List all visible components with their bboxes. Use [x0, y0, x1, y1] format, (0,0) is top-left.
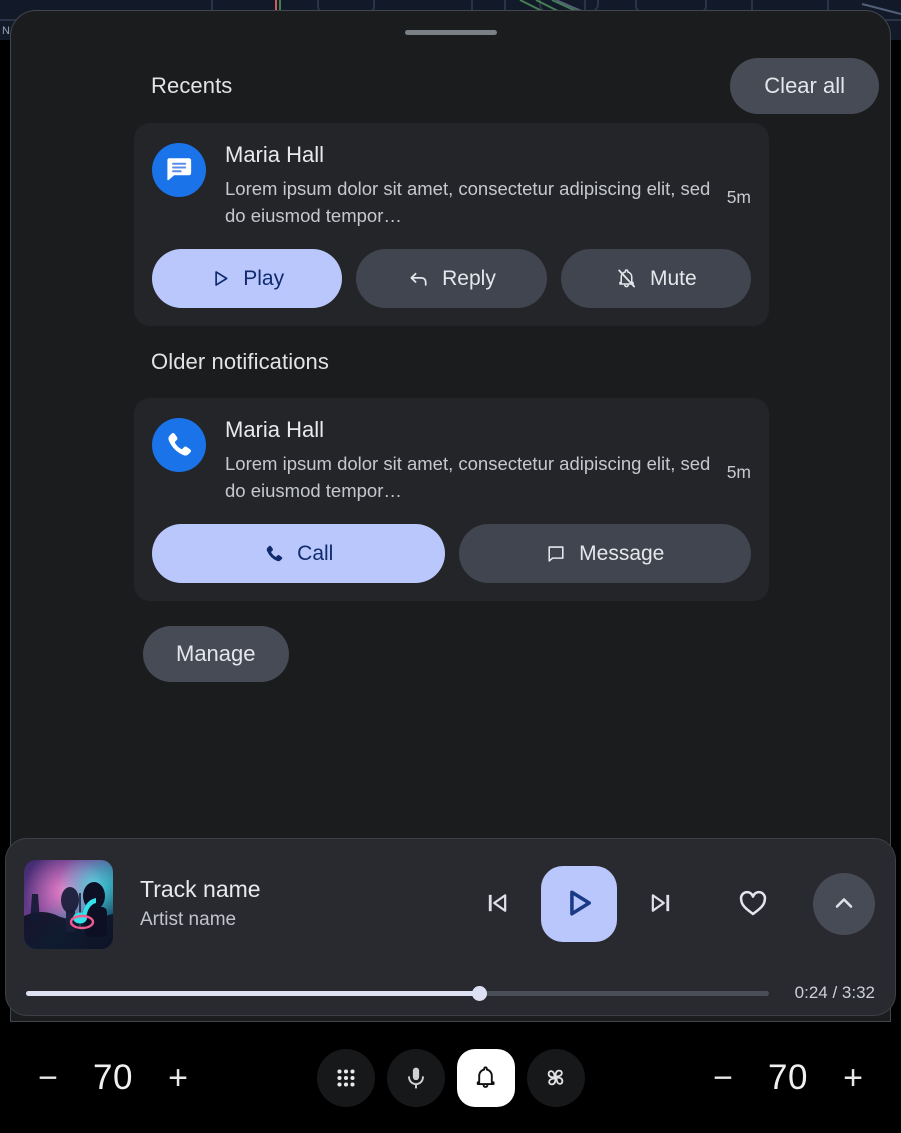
- manage-button[interactable]: Manage: [143, 626, 289, 682]
- media-progress-row: 0:24 / 3:32: [6, 969, 895, 1015]
- notification-list[interactable]: Recents Clear all Maria Hall Lorem ipsum…: [11, 49, 890, 829]
- phone-icon: [152, 418, 206, 472]
- older-notifications-section-header: Older notifications: [11, 326, 890, 398]
- media-player-top-row: Track name Artist name: [6, 839, 895, 969]
- expand-player-button[interactable]: [813, 873, 875, 935]
- media-progress-thumb[interactable]: [472, 986, 488, 1001]
- passenger-temp-decrease-button[interactable]: −: [697, 1048, 749, 1108]
- call-action-button[interactable]: Call: [152, 524, 445, 583]
- driver-temp-decrease-button[interactable]: −: [22, 1048, 74, 1108]
- media-player-card: Track name Artist name 0:24 / 3:32: [5, 838, 896, 1016]
- favorite-button[interactable]: [717, 868, 789, 940]
- media-time-label: 0:24 / 3:32: [794, 983, 875, 1002]
- notification-card[interactable]: Maria Hall Lorem ipsum dolor sit amet, c…: [134, 398, 769, 601]
- mute-action-button[interactable]: Mute: [560, 249, 751, 308]
- media-progress-fill: [26, 990, 480, 996]
- notification-header: Maria Hall Lorem ipsum dolor sit amet, c…: [152, 416, 751, 504]
- automotive-screen: N Recents Clear all Maria Hall Lorem ips…: [0, 0, 901, 1133]
- reply-icon: [407, 267, 430, 290]
- notification-content: Maria Hall Lorem ipsum dolor sit amet, c…: [206, 141, 715, 229]
- passenger-temp-value[interactable]: 70: [749, 1058, 827, 1098]
- play-pause-button[interactable]: [541, 866, 617, 942]
- apps-button[interactable]: [316, 1048, 375, 1107]
- message-action-button[interactable]: Message: [458, 524, 751, 583]
- notification-actions: Call Message: [152, 524, 751, 583]
- phone-icon: [263, 543, 285, 565]
- recents-section-header: Recents Clear all: [11, 49, 890, 123]
- notification-actions: Play Reply Mute: [152, 249, 751, 308]
- notification-body: Lorem ipsum dolor sit amet, consectetur …: [225, 453, 711, 501]
- notification-body: Lorem ipsum dolor sit amet, consectetur …: [225, 178, 711, 226]
- notification-sender: Maria Hall: [225, 417, 325, 442]
- notification-card[interactable]: Maria Hall Lorem ipsum dolor sit amet, c…: [134, 123, 769, 326]
- media-transport-controls: [393, 866, 895, 942]
- notifications-button[interactable]: [456, 1048, 515, 1107]
- driver-temp-value[interactable]: 70: [74, 1058, 152, 1098]
- panel-drag-handle[interactable]: [404, 30, 497, 35]
- notification-timestamp: 5m: [726, 462, 751, 482]
- section-title-recents: Recents: [151, 73, 233, 98]
- notification-content: Maria Hall Lorem ipsum dolor sit amet, c…: [206, 416, 715, 504]
- climate-button[interactable]: [526, 1048, 585, 1107]
- passenger-temp-increase-button[interactable]: +: [827, 1048, 879, 1108]
- message-action-label: Message: [579, 541, 665, 565]
- play-action-label: Play: [243, 266, 285, 290]
- reply-action-label: Reply: [442, 266, 496, 290]
- chat-bubble-icon: [545, 543, 567, 565]
- mute-action-label: Mute: [649, 266, 697, 290]
- notification-sender: Maria Hall: [225, 142, 325, 167]
- chevron-up-icon: [830, 889, 858, 920]
- reply-action-button[interactable]: Reply: [356, 249, 547, 308]
- bell-icon: [472, 1064, 499, 1091]
- play-icon: [562, 886, 596, 923]
- bell-slash-icon: [615, 267, 638, 290]
- media-progress-slider[interactable]: [26, 986, 769, 1001]
- driver-temp-increase-button[interactable]: +: [152, 1048, 204, 1108]
- track-name: Track name: [140, 876, 261, 902]
- section-title-older: Older notifications: [151, 349, 329, 374]
- artist-name: Artist name: [140, 909, 237, 930]
- album-art-thumbnail[interactable]: [24, 859, 113, 949]
- system-bar: − 70 + − 70 +: [0, 1022, 901, 1133]
- fan-icon: [542, 1064, 569, 1091]
- system-nav-group: [316, 1048, 585, 1107]
- skip-previous-icon: [483, 889, 511, 920]
- skip-previous-button[interactable]: [465, 872, 529, 936]
- call-action-label: Call: [297, 541, 334, 565]
- climate-control-right: − 70 +: [697, 1048, 901, 1108]
- notification-timestamp: 5m: [726, 187, 751, 207]
- skip-next-button[interactable]: [629, 872, 693, 936]
- clear-all-button[interactable]: Clear all: [730, 58, 879, 114]
- heart-outline-icon: [737, 887, 769, 922]
- svg-text:N: N: [2, 25, 10, 37]
- messages-icon: [152, 143, 206, 197]
- assistant-button[interactable]: [386, 1048, 445, 1107]
- grid-dots-icon: [333, 1065, 359, 1091]
- play-action-button[interactable]: Play: [152, 249, 343, 308]
- track-metadata: Track name Artist name: [113, 874, 393, 934]
- play-icon: [210, 268, 231, 289]
- microphone-icon: [403, 1065, 429, 1091]
- notification-header: Maria Hall Lorem ipsum dolor sit amet, c…: [152, 141, 751, 229]
- skip-next-icon: [647, 889, 675, 920]
- climate-control-left: − 70 +: [0, 1048, 204, 1108]
